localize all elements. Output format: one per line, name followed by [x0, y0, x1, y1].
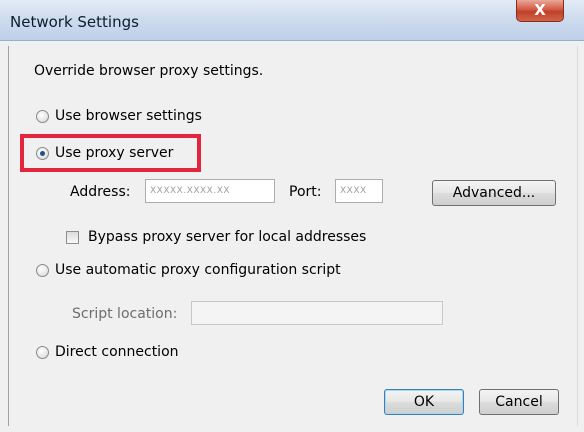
radio-icon	[36, 345, 49, 359]
cancel-button[interactable]: Cancel	[479, 389, 559, 415]
bypass-checkbox-label: Bypass proxy server for local addresses	[88, 229, 367, 245]
close-button[interactable]: X	[516, 0, 564, 22]
close-icon: X	[534, 1, 546, 19]
address-input[interactable]: XXXXX.XXXX.XX	[145, 179, 275, 203]
port-label: Port:	[289, 184, 322, 200]
radio-auto-config-script[interactable]: Use automatic proxy configuration script	[36, 262, 341, 278]
radio-icon	[36, 263, 49, 277]
radio-browser-settings[interactable]: Use browser settings	[36, 108, 202, 124]
bypass-checkbox[interactable]	[66, 231, 79, 244]
ok-button[interactable]: OK	[384, 389, 464, 415]
address-label: Address:	[70, 184, 131, 200]
radio-auto-config-label: Use automatic proxy configuration script	[55, 262, 341, 278]
advanced-button[interactable]: Advanced...	[432, 180, 556, 206]
network-settings-dialog: Network Settings X Override browser prox…	[0, 0, 584, 432]
radio-direct-connection-label: Direct connection	[55, 344, 179, 360]
script-location-input[interactable]	[191, 301, 443, 325]
script-location-label: Script location:	[72, 306, 178, 322]
window-title: Network Settings	[10, 13, 139, 31]
title-bar: Network Settings X	[0, 0, 584, 41]
radio-direct-connection[interactable]: Direct connection	[36, 344, 179, 360]
radio-icon	[36, 109, 49, 123]
radio-browser-settings-label: Use browser settings	[55, 108, 202, 124]
highlight-box	[20, 134, 201, 172]
port-input[interactable]: XXXX	[335, 179, 383, 203]
dialog-heading: Override browser proxy settings.	[34, 63, 264, 79]
